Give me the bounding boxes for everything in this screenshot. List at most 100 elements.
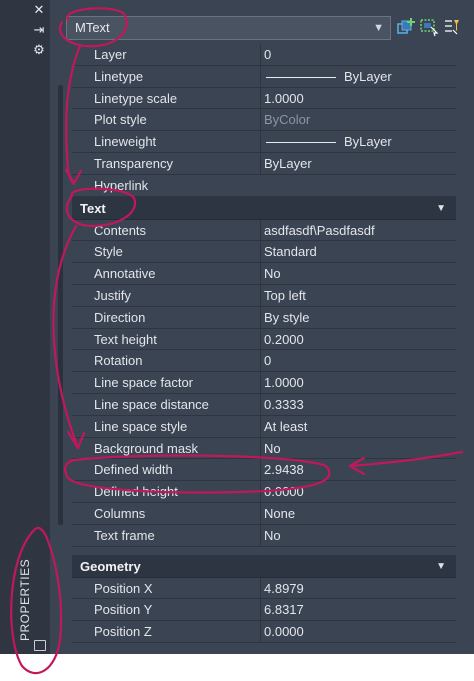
property-value[interactable]: 0.2000 [260, 328, 456, 350]
toggle-pickadd-icon[interactable] [396, 17, 416, 37]
property-value[interactable]: Top left [260, 284, 456, 306]
section-header-text[interactable]: Text ▼ [72, 196, 456, 220]
collapse-icon[interactable]: ▼ [436, 555, 446, 578]
select-objects-icon[interactable] [419, 17, 439, 37]
property-value[interactable]: 6.8317 [260, 599, 456, 621]
property-label: Linetype scale [94, 90, 178, 106]
property-label: Text frame [94, 527, 155, 543]
property-row-line-space-factor[interactable]: Line space factor 1.0000 [72, 372, 456, 394]
property-row-line-space-distance[interactable]: Line space distance 0.3333 [72, 393, 456, 416]
section-title: Text [80, 200, 106, 216]
geometry-section-rows: Position X 4.8979 Position Y 6.8317 Position… [72, 577, 456, 643]
property-value[interactable]: By style [260, 306, 456, 328]
property-label: Style [94, 244, 123, 260]
property-value[interactable]: Standard [260, 241, 456, 263]
property-row-rotation[interactable]: Rotation 0 [72, 350, 456, 373]
property-row-style[interactable]: Style Standard [72, 241, 456, 264]
property-label: Defined width [94, 462, 173, 478]
property-row-text-height[interactable]: Text height 0.2000 [72, 328, 456, 351]
property-row-annotative[interactable]: Annotative No [72, 263, 456, 285]
property-label: Line space style [94, 418, 188, 434]
property-row-defined-width[interactable]: Defined width 2.9438 [72, 459, 456, 482]
property-value[interactable]: 1.0000 [260, 87, 456, 109]
property-row-hyperlink[interactable]: Hyperlink [72, 175, 456, 197]
property-row-columns[interactable]: Columns None [72, 502, 456, 525]
property-row-defined-height[interactable]: Defined height 0.0000 [72, 481, 456, 503]
object-type-value: MText [75, 20, 110, 35]
section-header-geometry[interactable]: Geometry ▼ [72, 554, 456, 578]
property-label: Direction [94, 309, 146, 325]
auto-hide-icon[interactable]: ⇥ [32, 23, 46, 37]
property-label: Hyperlink [94, 177, 149, 193]
close-icon[interactable]: ✕ [32, 3, 46, 17]
property-row-justify[interactable]: Justify Top left [72, 284, 456, 307]
properties-grid: Layer 0 Linetype ByLayer Linetype scale 1.000… [72, 44, 456, 643]
property-label: Columns [94, 505, 146, 521]
palette-header: MText ▼ [66, 14, 462, 44]
property-row-transparency[interactable]: Transparency ByLayer [72, 152, 456, 175]
scroll-strip[interactable] [58, 85, 63, 525]
line-sample-glyph [266, 76, 336, 78]
property-label: Defined height [94, 484, 178, 500]
property-value[interactable]: 4.8979 [260, 577, 456, 599]
property-label: Line space factor [94, 375, 194, 391]
property-row-layer[interactable]: Layer 0 [72, 44, 456, 66]
palette-title-rail: ✕ ⇥ ⚙ PROPERTIES [0, 0, 50, 654]
property-value[interactable]: ByLayer [260, 152, 456, 174]
property-value[interactable]: No [260, 263, 456, 285]
property-label: Position X [94, 580, 153, 596]
text-section-rows: Contents asdfasdf\Pasdfasdf Style Standard A… [72, 219, 456, 547]
property-label: Justify [94, 287, 131, 303]
property-row-linetype-scale[interactable]: Linetype scale 1.0000 [72, 87, 456, 110]
property-row-line-space-style[interactable]: Line space style At least [72, 415, 456, 438]
property-value[interactable]: 1.0000 [260, 372, 456, 394]
property-label: Contents [94, 222, 147, 238]
quick-select-icon[interactable] [442, 17, 462, 37]
gear-icon[interactable]: ⚙ [32, 43, 46, 57]
property-value[interactable]: None [260, 502, 456, 524]
property-row-background-mask[interactable]: Background mask No [72, 437, 456, 460]
palette-window-icon[interactable] [34, 640, 46, 651]
property-row-position-y[interactable]: Position Y 6.8317 [72, 599, 456, 622]
property-value[interactable]: 0 [260, 350, 456, 372]
property-value[interactable]: 0.3333 [260, 393, 456, 415]
property-row-text-frame[interactable]: Text frame No [72, 524, 456, 547]
property-value[interactable]: 2.9438 [260, 459, 456, 481]
property-row-contents[interactable]: Contents asdfasdf\Pasdfasdf [72, 219, 456, 242]
property-label: Rotation [94, 353, 143, 369]
properties-palette: ✕ ⇥ ⚙ PROPERTIES MText ▼ Layer 0 Linetype B… [0, 0, 474, 654]
property-value-text: ByLayer [344, 68, 392, 84]
property-row-plot-style[interactable]: Plot style ByColor [72, 109, 456, 132]
general-section-rows: Layer 0 Linetype ByLayer Linetype scale 1.000… [72, 44, 456, 197]
property-value[interactable]: 0.0000 [260, 621, 456, 643]
property-value[interactable]: 0 [260, 44, 456, 65]
property-label: Annotative [94, 266, 156, 282]
property-label: Background mask [94, 440, 199, 456]
property-label: Position Y [94, 602, 153, 618]
property-value[interactable]: At least [260, 415, 456, 437]
property-label: Linetype [94, 68, 144, 84]
property-row-direction[interactable]: Direction By style [72, 306, 456, 329]
property-value[interactable]: ByLayer [260, 65, 456, 87]
property-value[interactable]: asdfasdf\Pasdfasdf [260, 219, 456, 241]
property-label: Transparency [94, 155, 173, 171]
property-value[interactable]: ByColor [260, 109, 456, 131]
property-row-position-x[interactable]: Position X 4.8979 [72, 577, 456, 600]
property-label: Position Z [94, 624, 152, 640]
property-row-linetype[interactable]: Linetype ByLayer [72, 65, 456, 88]
property-value[interactable]: 0.0000 [260, 481, 456, 503]
property-value[interactable]: ByLayer [260, 131, 456, 153]
property-row-lineweight[interactable]: Lineweight ByLayer [72, 131, 456, 153]
section-title: Geometry [80, 558, 141, 574]
property-row-position-z[interactable]: Position Z 0.0000 [72, 621, 456, 643]
object-type-dropdown[interactable]: MText ▼ [66, 16, 391, 40]
property-value[interactable]: No [260, 524, 456, 546]
collapse-icon[interactable]: ▼ [436, 197, 446, 220]
line-sample-glyph [266, 142, 336, 144]
palette-title: PROPERTIES [18, 558, 32, 641]
property-value[interactable]: No [260, 437, 456, 459]
property-label: Line space distance [94, 396, 209, 412]
property-label: Lineweight [94, 134, 157, 150]
property-label: Layer [94, 47, 127, 62]
chevron-down-icon[interactable]: ▼ [373, 17, 384, 39]
